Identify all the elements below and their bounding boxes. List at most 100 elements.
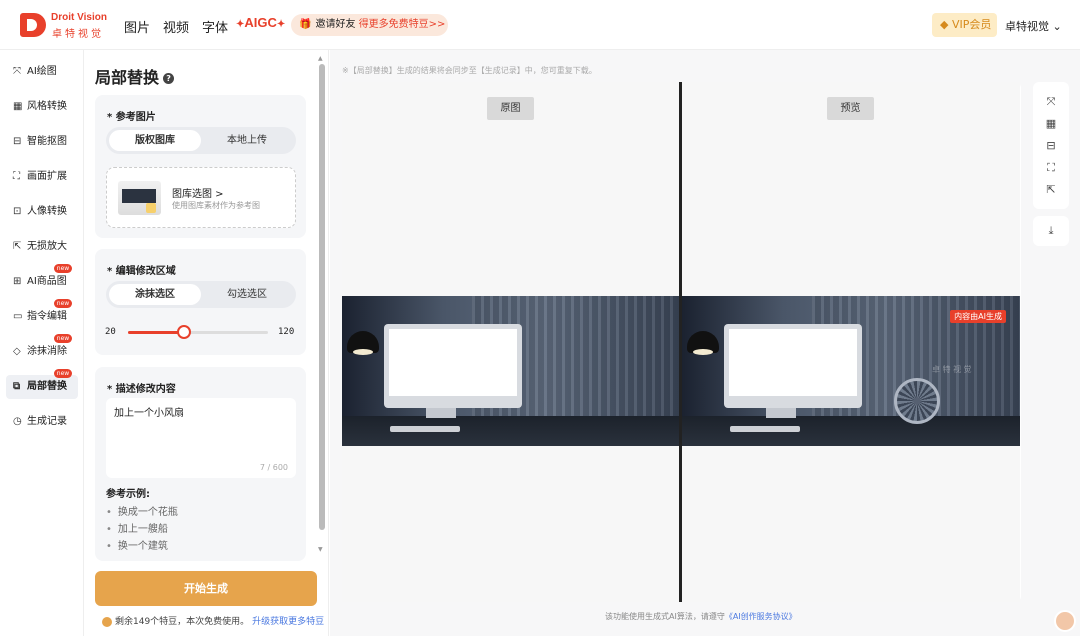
example-item[interactable]: 加上一艘船 [106, 520, 168, 535]
sidebar-item-label: 画面扩展 [27, 171, 67, 182]
sidebar-item-label: 人像转换 [27, 206, 67, 217]
scroll-up-arrow[interactable]: ▲ [318, 55, 323, 62]
sidebar-item-label: 指令编辑 [27, 311, 67, 322]
gift-icon: 🎁 [299, 19, 312, 30]
expand-icon: ⛶ [13, 171, 20, 182]
style-icon: ▦ [13, 101, 23, 112]
description-card: * 描述修改内容 加上一个小风扇 7 / 600 参考示例: 换成一个花瓶 加上… [95, 367, 306, 561]
magic-wand-icon[interactable]: ⤧ [1043, 94, 1059, 110]
aigc-label: AIGC [244, 15, 277, 30]
sidebar-item-ai-drawing[interactable]: ⤧ AI绘图 [6, 60, 78, 84]
upscale-icon: ⇱ [13, 241, 22, 252]
brush-size-slider[interactable] [128, 325, 268, 339]
gallery-thumbnail [118, 181, 161, 215]
tab-copyright-gallery[interactable]: 版权图库 [109, 130, 201, 151]
sidebar-item-history[interactable]: ◷ 生成记录 [6, 410, 78, 434]
original-label: 原图 [487, 97, 534, 120]
vip-button[interactable]: ◆ VIP会员 [932, 13, 997, 37]
description-value: 加上一个小风扇 [114, 408, 184, 419]
description-title: * 描述修改内容 [107, 384, 176, 395]
panel-scrollbar[interactable] [319, 64, 325, 530]
tab-local-upload[interactable]: 本地上传 [201, 130, 293, 151]
cutout-icon[interactable]: ⊟ [1043, 138, 1059, 154]
reference-card: * 参考图片 版权图库 本地上传 图库选图 > 使用图库素材作为参考图 [95, 95, 306, 238]
sparkle-icon: ✦ [276, 19, 286, 30]
sidebar-item-local-replace[interactable]: ⧉ 局部替换 [6, 375, 78, 399]
settings-panel: 局部替换? * 参考图片 版权图库 本地上传 图库选图 > 使用图库素材作为参考… [84, 50, 329, 636]
sidebar-item-style-transfer[interactable]: ▦ 风格转换 [6, 95, 78, 119]
gallery-title: 图库选图 > [172, 189, 224, 200]
sidebar-item-upscale[interactable]: ⇱ 无损放大 [6, 235, 78, 259]
sidebar-item-expand[interactable]: ⛶ 画面扩展 [6, 165, 78, 189]
portrait-icon: ⊡ [13, 206, 22, 217]
upgrade-link[interactable]: 升级获取更多特豆 [252, 617, 324, 627]
magic-wand-icon: ⤧ [13, 66, 21, 77]
user-menu[interactable]: 卓特视觉 ⌄ [1005, 18, 1062, 34]
top-header: Droit Vision 卓特视觉 图片 视频 字体 ✦AIGC✦ 🎁 邀请好友 … [0, 0, 1080, 50]
gallery-subtitle: 使用图库素材作为参考图 [172, 201, 260, 210]
cutout-icon: ⊟ [13, 136, 22, 147]
coin-icon [102, 616, 112, 627]
nav-fonts[interactable]: 字体 [202, 17, 228, 36]
char-count: 7 / 600 [259, 463, 288, 472]
sidebar-item-instruct[interactable]: ▭ 指令编辑 [6, 305, 78, 329]
chevron-down-icon: ⌄ [1052, 20, 1062, 33]
preview-pane: 预览 卓 特 视 觉 内容由AI生成 [682, 82, 1020, 602]
sync-notice: ※【局部替换】生成的结果将会同步至【生成记录】中，您可重复下载。 [342, 66, 597, 75]
compare-canvas: 原图 预览 卓 特 视 觉 内容由AI生成 [342, 82, 1021, 602]
eraser-icon: ◇ [13, 346, 21, 357]
sidebar-item-erase[interactable]: ◇ 涂抹消除 [6, 340, 78, 364]
agreement-footnote: 该功能使用生成式AI算法，请遵守《AI创作服务协议》 [605, 611, 797, 622]
page-title: 局部替换? [95, 64, 175, 88]
replace-icon: ⧉ [13, 381, 21, 392]
footnote-text: 该功能使用生成式AI算法，请遵守 [605, 612, 725, 621]
user-name: 卓特视觉 [1005, 20, 1049, 33]
beans-info: 剩余149个特豆，本次免费使用。 升级获取更多特豆 [102, 614, 324, 627]
nav-videos[interactable]: 视频 [163, 17, 189, 36]
invite-banner[interactable]: 🎁 邀请好友 得更多免费特豆>> [291, 14, 448, 36]
slider-handle[interactable] [177, 325, 191, 339]
agreement-link[interactable]: 《AI创作服务协议》 [725, 612, 797, 621]
tab-brush-select[interactable]: 涂抹选区 [109, 284, 201, 305]
gallery-picker[interactable]: 图库选图 > 使用图库素材作为参考图 [106, 167, 296, 228]
help-icon[interactable]: ? [163, 73, 175, 84]
selection-tabs: 涂抹选区 勾选选区 [106, 281, 296, 308]
product-icon: ⊞ [13, 276, 22, 287]
logo-mark-icon [20, 13, 46, 37]
example-item[interactable]: 换成一个花瓶 [106, 503, 178, 518]
original-pane: 原图 [342, 82, 680, 602]
sidebar-item-label: 无损放大 [27, 241, 67, 252]
tab-box-select[interactable]: 勾选选区 [201, 284, 293, 305]
brand-logo[interactable]: Droit Vision 卓特视觉 [20, 10, 112, 40]
style-icon[interactable]: ▦ [1043, 116, 1059, 132]
instruct-icon: ▭ [13, 311, 23, 322]
original-image [342, 296, 680, 446]
sidebar-item-product[interactable]: ⊞ AI商品图 [6, 270, 78, 294]
preview-label: 预览 [827, 97, 874, 120]
main-workspace: ※【局部替换】生成的结果将会同步至【生成记录】中，您可重复下载。 原图 预览 卓… [330, 50, 1080, 636]
generate-button[interactable]: 开始生成 [95, 571, 317, 606]
monitor-graphic [384, 324, 522, 408]
sidebar-item-label: 局部替换 [27, 381, 67, 392]
description-input[interactable]: 加上一个小风扇 7 / 600 [106, 398, 296, 478]
watermark: 卓 特 视 觉 [932, 365, 972, 374]
invite-text: 邀请好友 [315, 19, 356, 30]
logo-text-en: Droit Vision [51, 12, 107, 23]
new-badge: new [54, 369, 72, 378]
scroll-down-arrow[interactable]: ▼ [318, 546, 323, 553]
slider-max-label: 120 [278, 327, 295, 337]
sidebar-item-label: 涂抹消除 [27, 346, 67, 357]
sidebar-item-label: 生成记录 [27, 416, 67, 427]
nav-images[interactable]: 图片 [124, 17, 150, 36]
sidebar-item-portrait[interactable]: ⊡ 人像转换 [6, 200, 78, 224]
support-avatar[interactable] [1054, 610, 1076, 632]
nav-aigc[interactable]: ✦AIGC✦ [236, 15, 285, 30]
upscale-icon[interactable]: ⇱ [1043, 182, 1059, 198]
example-item[interactable]: 换一个建筑 [106, 537, 168, 552]
sidebar-item-cutout[interactable]: ⊟ 智能抠图 [6, 130, 78, 154]
download-icon[interactable]: ⤓ [1033, 216, 1069, 246]
expand-icon[interactable]: ⛶ [1043, 160, 1059, 176]
slider-fill [128, 331, 184, 334]
page-title-text: 局部替换 [95, 68, 160, 87]
monitor-graphic [724, 324, 862, 408]
